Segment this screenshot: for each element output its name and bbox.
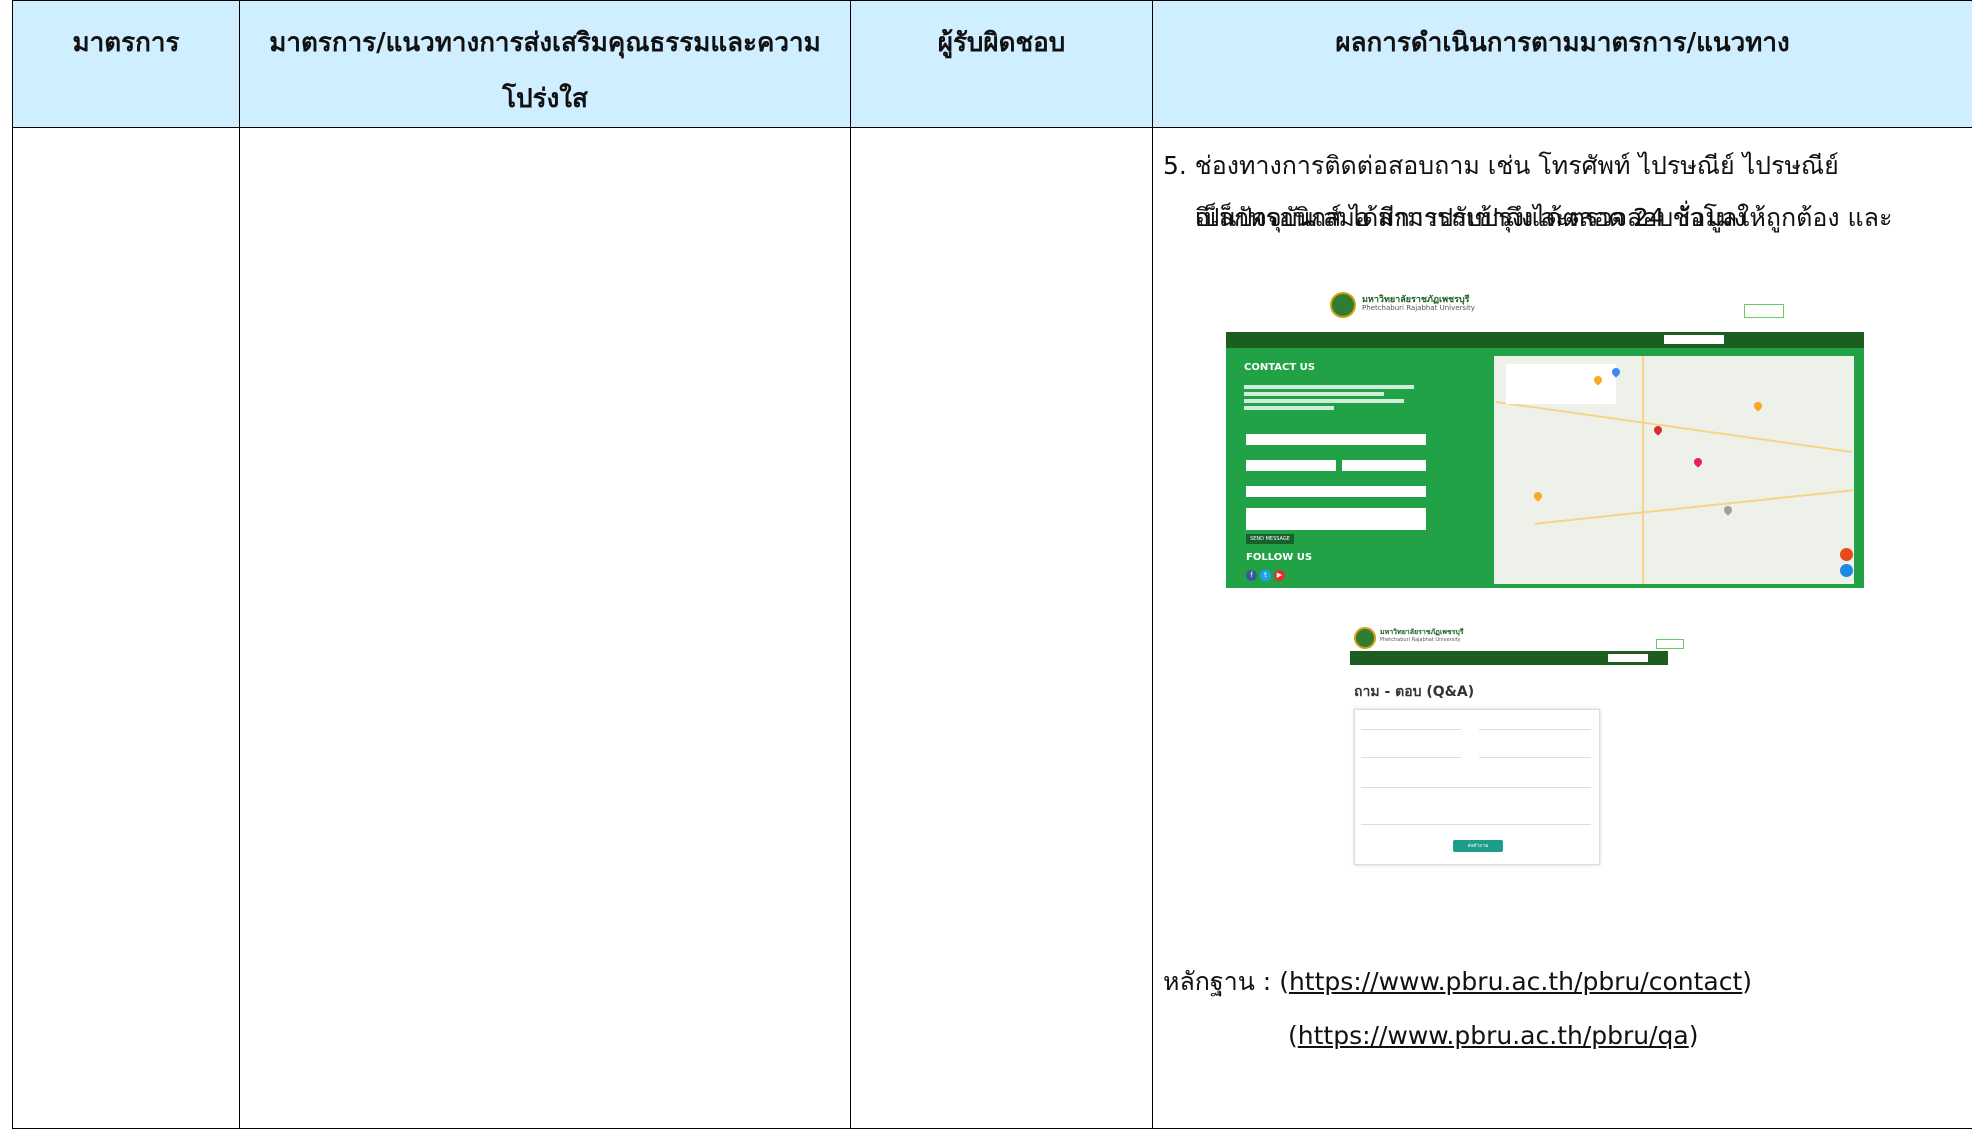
map-pin-icon bbox=[1692, 456, 1703, 467]
contact-name-field bbox=[1246, 434, 1426, 445]
qa-email-input bbox=[1361, 750, 1461, 758]
contact-navbar bbox=[1226, 332, 1864, 348]
contact-phone-field bbox=[1342, 460, 1426, 471]
contact-body: CONTACT US SEND MESSAGE FOLLOW US f bbox=[1226, 348, 1864, 588]
header-results: ผลการดำเนินการตามมาตรการ/แนวทาง bbox=[1153, 1, 1972, 128]
qa-uni-name-en: Phetchaburi Rajabhat University bbox=[1380, 637, 1461, 643]
cell-responsible bbox=[851, 128, 1153, 1129]
map-pin-icon bbox=[1532, 490, 1543, 501]
cell-promotion-measures bbox=[240, 128, 851, 1129]
messenger-icon bbox=[1840, 564, 1853, 577]
contact-message-field bbox=[1246, 508, 1426, 530]
university-logo bbox=[1354, 627, 1376, 649]
facebook-icon: f bbox=[1246, 570, 1257, 581]
evidence-link-contact[interactable]: https://www.pbru.ac.th/pbru/contact bbox=[1289, 967, 1742, 996]
chat-icon bbox=[1840, 548, 1853, 561]
header-promotion-measures: มาตรการ/แนวทางการส่งเสริมคุณธรรมและความโ… bbox=[240, 1, 851, 128]
contact-title: CONTACT US bbox=[1244, 362, 1315, 373]
twitter-icon: t bbox=[1260, 570, 1271, 581]
result-paragraph: 5. ช่องทางการติดต่อสอบถาม เช่น โทรศัพท์ … bbox=[1163, 140, 1955, 244]
university-logo bbox=[1330, 292, 1356, 318]
cell-results: 5. ช่องทางการติดต่อสอบถาม เช่น โทรศัพท์ … bbox=[1153, 128, 1972, 1129]
header-measure: มาตรการ bbox=[13, 1, 240, 128]
evidence-line-2: (https://www.pbru.ac.th/pbru/qa) bbox=[1288, 1016, 1699, 1056]
contact-search-box bbox=[1664, 335, 1724, 344]
qa-title: ถาม - ตอบ (Q&A) bbox=[1354, 681, 1474, 703]
table-row: 5. ช่องทางการติดต่อสอบถาม เช่น โทรศัพท์ … bbox=[13, 128, 1972, 1129]
contact-page-screenshot: มหาวิทยาลัยราชภัฏเพชรบุรี Phetchaburi Ra… bbox=[1226, 286, 1864, 588]
contact-map bbox=[1494, 356, 1854, 584]
evidence-label: หลักฐาน : bbox=[1163, 967, 1279, 996]
qa-name-input bbox=[1361, 722, 1461, 730]
header-responsible: ผู้รับผิดชอบ bbox=[851, 1, 1153, 128]
contact-header: มหาวิทยาลัยราชภัฏเพชรบุรี Phetchaburi Ra… bbox=[1226, 286, 1864, 330]
measures-table: มาตรการ มาตรการ/แนวทางการส่งเสริมคุณธรรม… bbox=[12, 0, 1972, 1129]
qa-search-box bbox=[1608, 654, 1648, 662]
qa-page-screenshot: มหาวิทยาลัยราชภัฏเพชรบุรี Phetchaburi Ra… bbox=[1350, 621, 1738, 966]
qa-badge bbox=[1656, 639, 1684, 649]
contact-uni-name-en: Phetchaburi Rajabhat University bbox=[1362, 304, 1475, 312]
qa-detail-textarea bbox=[1361, 806, 1591, 825]
evidence-link-qa[interactable]: https://www.pbru.ac.th/pbru/qa bbox=[1298, 1021, 1689, 1050]
contact-subject-field bbox=[1246, 486, 1426, 497]
result-line-1: 5. ช่องทางการติดต่อสอบถาม เช่น โทรศัพท์ … bbox=[1163, 151, 1839, 180]
qa-surname-input bbox=[1479, 722, 1591, 730]
evidence-line: หลักฐาน : (https://www.pbru.ac.th/pbru/c… bbox=[1163, 962, 1752, 1002]
qa-form: ส่งคำถาม bbox=[1354, 709, 1600, 865]
qa-navbar bbox=[1350, 651, 1668, 665]
contact-send-button: SEND MESSAGE bbox=[1246, 534, 1294, 544]
contact-email-field bbox=[1246, 460, 1336, 471]
table-header-row: มาตรการ มาตรการ/แนวทางการส่งเสริมคุณธรรม… bbox=[13, 1, 1972, 128]
contact-follow-title: FOLLOW US bbox=[1246, 552, 1312, 563]
map-pin-icon bbox=[1722, 504, 1733, 515]
cell-measure bbox=[13, 128, 240, 1129]
qa-phone-input bbox=[1479, 750, 1591, 758]
contact-info-lines bbox=[1244, 382, 1434, 413]
qa-topic-select bbox=[1361, 780, 1591, 788]
map-pin-icon bbox=[1752, 400, 1763, 411]
youtube-icon: ▶ bbox=[1274, 570, 1285, 581]
contact-badge bbox=[1744, 304, 1784, 318]
qa-submit-button: ส่งคำถาม bbox=[1453, 840, 1503, 852]
